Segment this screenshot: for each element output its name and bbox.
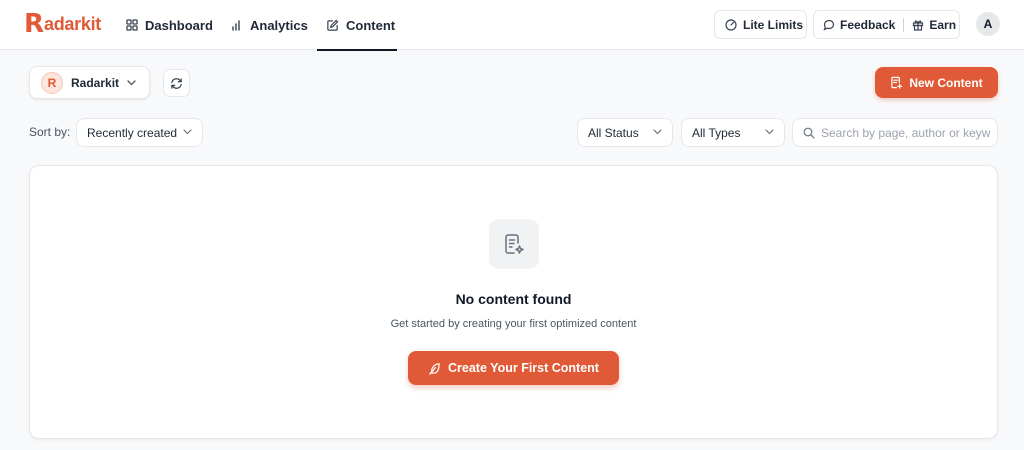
status-filter-dropdown[interactable]: All Status	[577, 118, 673, 147]
edit-icon	[327, 19, 339, 31]
tab-dashboard[interactable]: Dashboard	[126, 0, 213, 50]
search-field[interactable]	[792, 118, 998, 147]
logo-wordmark: adarkit	[44, 13, 101, 34]
tab-analytics[interactable]: Analytics	[231, 0, 308, 50]
sort-by-label: Sort by:	[29, 125, 71, 139]
chevron-down-icon	[765, 129, 774, 135]
search-input[interactable]	[821, 125, 991, 140]
refresh-icon	[171, 77, 182, 89]
create-first-content-label: Create Your First Content	[448, 361, 599, 375]
radarkit-logo[interactable]: R adarkit	[24, 11, 101, 37]
tab-content-label: Content	[346, 17, 396, 33]
lite-limits-button[interactable]: Lite Limits	[714, 10, 807, 39]
type-filter-value: All Types	[692, 125, 741, 140]
new-content-label: New Content	[909, 75, 983, 90]
feather-icon	[429, 362, 440, 375]
project-selector[interactable]: R Radarkit	[29, 66, 150, 99]
divider	[903, 17, 905, 32]
type-filter-dropdown[interactable]: All Types	[681, 118, 785, 147]
chat-bubble-icon	[823, 19, 835, 31]
project-name: Radarkit	[71, 75, 120, 90]
gift-icon	[913, 19, 924, 31]
document-sparkle-icon	[505, 234, 524, 254]
chevron-down-icon	[183, 129, 192, 135]
empty-state-icon-box	[489, 219, 539, 269]
bar-chart-icon	[232, 20, 240, 31]
logo-mark: R	[24, 9, 45, 39]
document-plus-icon	[891, 76, 903, 89]
tab-content[interactable]: Content	[317, 0, 397, 51]
empty-state-subtitle: Get started by creating your first optim…	[390, 318, 637, 330]
user-avatar[interactable]: A	[976, 12, 1000, 36]
create-first-content-button[interactable]: Create Your First Content	[408, 351, 619, 385]
new-content-button[interactable]: New Content	[875, 67, 998, 98]
content-list-card: No content found Get started by creating…	[29, 165, 998, 439]
feedback-button[interactable]: Feedback	[840, 18, 895, 32]
refresh-button[interactable]	[163, 69, 190, 97]
project-logo: R	[41, 71, 63, 94]
sort-dropdown[interactable]: Recently created	[76, 118, 203, 147]
status-filter-value: All Status	[588, 125, 639, 140]
earn-button[interactable]: Earn	[929, 18, 956, 32]
chevron-down-icon	[653, 129, 662, 135]
search-icon	[803, 127, 815, 139]
empty-state-title: No content found	[455, 291, 572, 307]
sort-value: Recently created	[87, 125, 178, 140]
feedback-earn-group: Feedback Earn	[813, 10, 960, 39]
gauge-icon	[725, 18, 737, 31]
top-navigation-bar: R adarkit Dashboard Analytics Content Li…	[0, 0, 1024, 51]
tab-dashboard-label: Dashboard	[145, 17, 213, 33]
tab-analytics-label: Analytics	[250, 17, 308, 33]
chevron-down-icon	[127, 79, 136, 85]
lite-limits-label: Lite Limits	[743, 17, 804, 32]
grid-icon	[126, 19, 138, 31]
